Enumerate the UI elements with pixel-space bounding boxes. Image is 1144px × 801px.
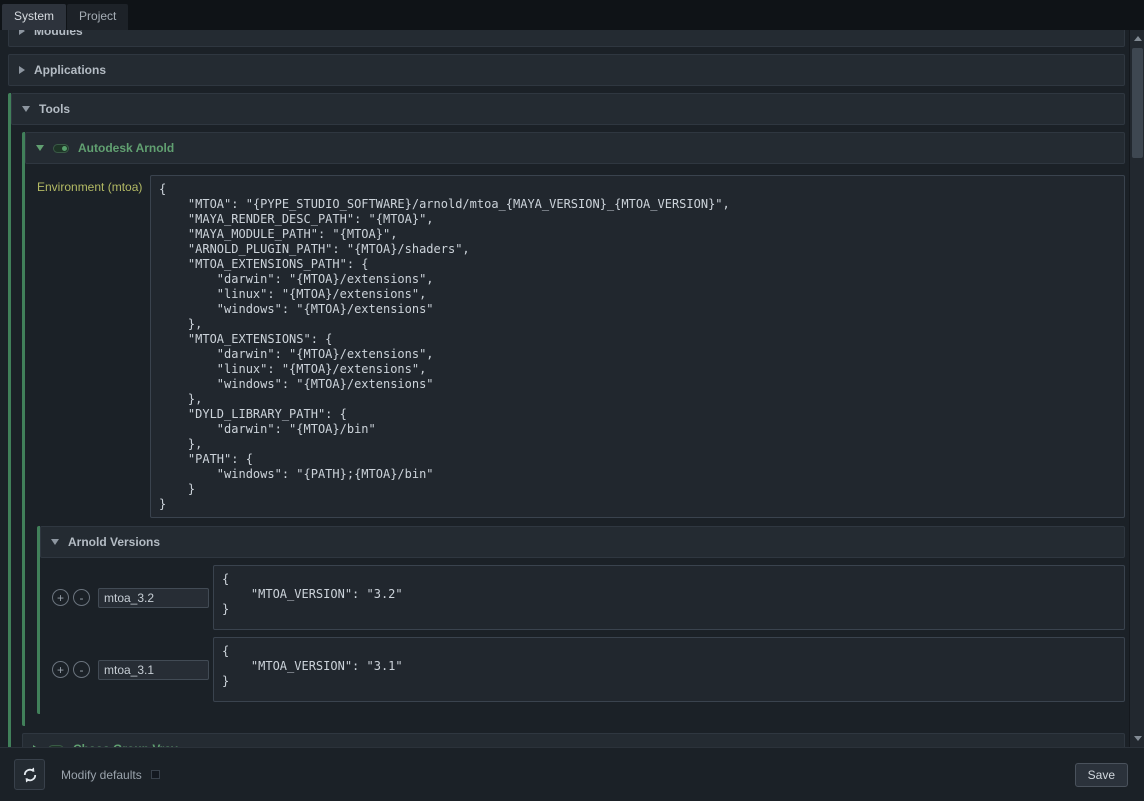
environment-label: Environment (mtoa) (37, 175, 150, 194)
modify-defaults-label: Modify defaults (61, 768, 142, 782)
version-key-input[interactable] (98, 660, 209, 680)
tab-bar: System Project (0, 0, 1144, 30)
version-row: + - { "MTOA_VERSION": "3.2" } (52, 565, 1125, 630)
section-modules: Modules (8, 30, 1125, 47)
chevron-down-icon (51, 539, 59, 545)
section-header-autodesk-arnold[interactable]: Autodesk Arnold (25, 132, 1125, 164)
chevron-down-icon (36, 145, 44, 151)
section-header-tools[interactable]: Tools (11, 93, 1125, 125)
add-version-button[interactable]: + (52, 589, 69, 606)
tab-system[interactable]: System (2, 4, 66, 30)
section-title: Modules (34, 30, 83, 38)
arnold-versions-body: + - { "MTOA_VERSION": "3.2" } + - { "MTO… (40, 558, 1125, 714)
section-header-applications[interactable]: Applications (8, 54, 1125, 86)
add-version-button[interactable]: + (52, 661, 69, 678)
scroll-up-arrow-icon[interactable] (1130, 31, 1144, 46)
section-chaos-group-vray: Chaos Group Vray (22, 733, 1125, 747)
version-key-input[interactable] (98, 588, 209, 608)
scroll-down-arrow-icon[interactable] (1130, 731, 1144, 746)
chevron-right-icon (19, 30, 25, 35)
version-json-textarea[interactable]: { "MTOA_VERSION": "3.1" } (213, 637, 1125, 702)
enabled-toggle-icon[interactable] (53, 144, 69, 153)
section-header-arnold-versions[interactable]: Arnold Versions (40, 526, 1125, 558)
section-header-modules[interactable]: Modules (8, 30, 1125, 47)
tools-body: Autodesk Arnold Environment (mtoa) { "MT… (11, 125, 1125, 747)
version-json-textarea[interactable]: { "MTOA_VERSION": "3.2" } (213, 565, 1125, 630)
scrollbar-thumb[interactable] (1132, 48, 1143, 158)
section-applications: Applications (8, 54, 1125, 86)
chevron-down-icon (22, 106, 30, 112)
chevron-right-icon (19, 66, 25, 74)
environment-json-textarea[interactable]: { "MTOA": "{PYPE_STUDIO_SOFTWARE}/arnold… (150, 175, 1125, 518)
refresh-icon (21, 766, 39, 784)
remove-version-button[interactable]: - (73, 661, 90, 678)
footer-bar: Modify defaults Save (0, 747, 1144, 801)
section-header-chaos-group-vray[interactable]: Chaos Group Vray (22, 733, 1125, 747)
refresh-button[interactable] (14, 759, 45, 790)
save-button[interactable]: Save (1075, 763, 1128, 787)
section-title: Arnold Versions (68, 535, 160, 549)
section-autodesk-arnold: Autodesk Arnold Environment (mtoa) { "MT… (22, 132, 1125, 726)
tab-project[interactable]: Project (67, 4, 128, 30)
autodesk-arnold-body: Environment (mtoa) { "MTOA": "{PYPE_STUD… (25, 164, 1125, 726)
section-title: Tools (39, 102, 70, 116)
section-title: Applications (34, 63, 106, 77)
settings-scroll-area: Modules Applications Tools Autodesk Arno… (0, 30, 1129, 747)
remove-version-button[interactable]: - (73, 589, 90, 606)
vertical-scrollbar[interactable] (1129, 30, 1144, 747)
environment-field-row: Environment (mtoa) { "MTOA": "{PYPE_STUD… (37, 175, 1125, 518)
section-title: Autodesk Arnold (78, 141, 174, 155)
section-tools: Tools Autodesk Arnold Environment (mtoa)… (8, 93, 1125, 747)
version-row: + - { "MTOA_VERSION": "3.1" } (52, 637, 1125, 702)
modify-defaults-checkbox[interactable] (151, 770, 160, 779)
section-arnold-versions: Arnold Versions + - { "MTOA_VERSION": "3… (37, 526, 1125, 714)
